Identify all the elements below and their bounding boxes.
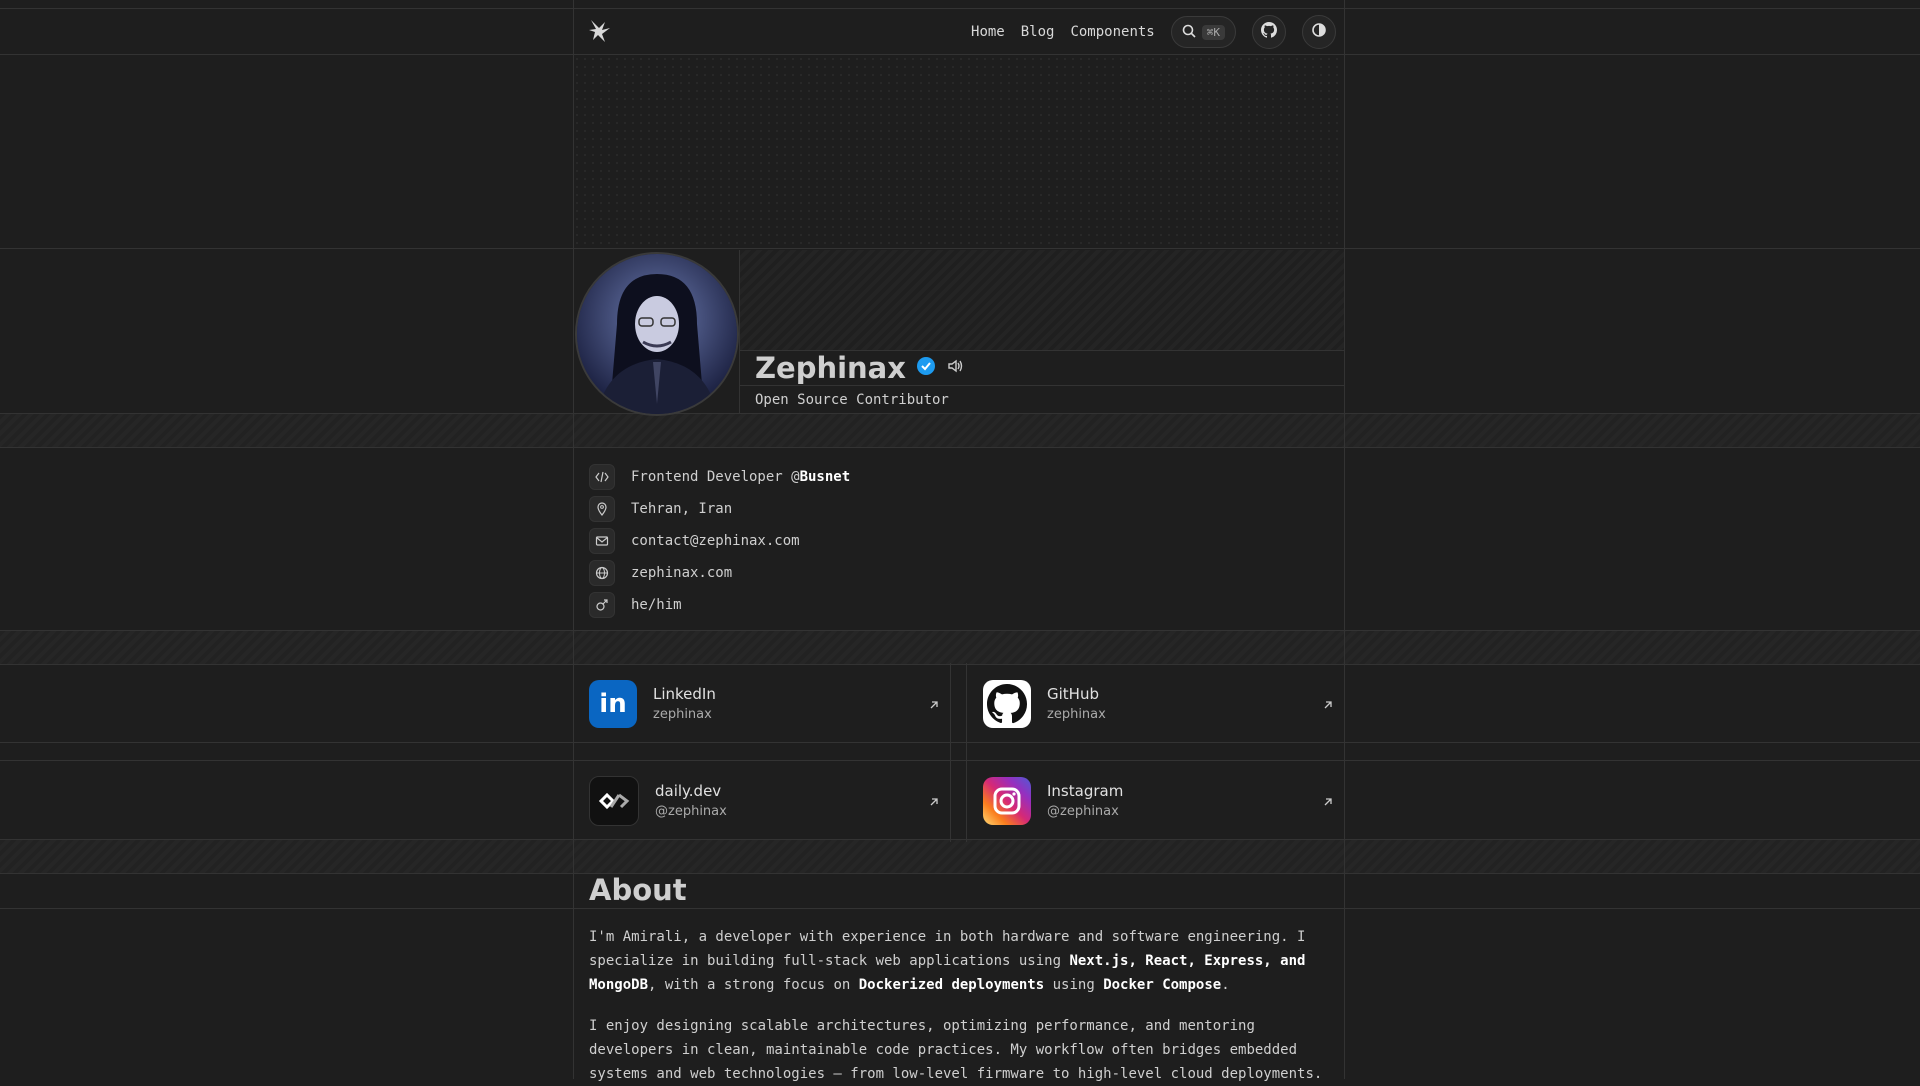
profile-name-row: Zephinax <box>755 351 964 385</box>
cover-pattern <box>573 55 1344 248</box>
external-arrow-icon <box>928 793 940 812</box>
nav-blog-link[interactable]: Blog <box>1021 24 1055 40</box>
nav-home-link[interactable]: Home <box>971 24 1005 40</box>
profile-hatch <box>740 250 1344 350</box>
info-item-pronouns: he/him <box>589 589 850 621</box>
social-card-dailydev[interactable]: daily.dev @zephinax <box>573 761 950 840</box>
social-handle: @zephinax <box>1047 804 1119 819</box>
search-button[interactable]: ⌘K <box>1170 16 1236 48</box>
social-handle: zephinax <box>1047 707 1106 722</box>
info-email-text[interactable]: contact@zephinax.com <box>631 533 800 549</box>
external-arrow-icon <box>1322 696 1334 715</box>
grid-line <box>740 385 1344 386</box>
verified-badge-icon <box>916 356 936 380</box>
map-pin-icon <box>589 496 615 522</box>
male-icon <box>589 592 615 618</box>
github-icon <box>1261 22 1278 42</box>
instagram-icon <box>983 776 1031 825</box>
info-location-text: Tehran, Iran <box>631 501 733 517</box>
profile-subtitle: Open Source Contributor <box>755 392 949 408</box>
code-icon <box>589 464 615 490</box>
social-card-github[interactable]: GitHub zephinax <box>967 664 1344 743</box>
social-card-instagram[interactable]: Instagram @zephinax <box>967 761 1344 840</box>
github-logo-icon <box>983 679 1031 728</box>
mail-icon <box>589 528 615 554</box>
social-card-linkedin[interactable]: in LinkedIn zephinax <box>573 664 950 743</box>
social-title: LinkedIn <box>653 685 716 703</box>
search-icon <box>1182 23 1196 42</box>
grid-line <box>1344 0 1345 1079</box>
external-arrow-icon <box>928 696 940 715</box>
about-paragraph-2: I enjoy designing scalable architectures… <box>589 1018 1323 1082</box>
avatar <box>575 252 739 416</box>
linkedin-icon: in <box>589 679 637 728</box>
info-item-email[interactable]: contact@zephinax.com <box>589 525 850 557</box>
dailydev-icon <box>589 775 639 826</box>
github-button[interactable] <box>1252 15 1286 49</box>
info-item-location: Tehran, Iran <box>589 493 850 525</box>
info-list: Frontend Developer @Busnet Tehran, Iran … <box>589 461 850 621</box>
social-handle: zephinax <box>653 707 712 722</box>
social-handle: @zephinax <box>655 804 727 819</box>
social-title: daily.dev <box>655 782 722 800</box>
info-job-text: Frontend Developer @Busnet <box>631 469 851 485</box>
company-link[interactable]: Busnet <box>800 469 851 485</box>
info-item-job: Frontend Developer @Busnet <box>589 461 850 493</box>
speaker-icon[interactable] <box>946 357 964 379</box>
globe-icon <box>589 560 615 586</box>
about-paragraph-1: I'm Amirali, a developer with experience… <box>589 929 1306 993</box>
grid-line <box>950 663 951 842</box>
theme-toggle-button[interactable] <box>1302 15 1336 49</box>
search-shortcut: ⌘K <box>1201 24 1225 40</box>
nav-components-link[interactable]: Components <box>1070 24 1154 40</box>
theme-toggle-icon <box>1311 22 1327 42</box>
main-container: Home Blog Components ⌘K Zephinax Open So… <box>573 0 1344 1082</box>
social-title: GitHub <box>1047 685 1099 703</box>
info-pronouns-text: he/him <box>631 597 682 613</box>
header: Home Blog Components ⌘K <box>573 8 1344 54</box>
top-nav: Home Blog Components ⌘K <box>971 15 1336 49</box>
grid-line <box>739 250 740 413</box>
info-website-text[interactable]: zephinax.com <box>631 565 732 581</box>
profile-name: Zephinax <box>755 351 906 385</box>
phoenix-logo-icon[interactable] <box>585 16 615 46</box>
external-arrow-icon <box>1322 793 1334 812</box>
about-heading: About <box>589 873 687 907</box>
social-title: Instagram <box>1047 782 1124 800</box>
info-item-website[interactable]: zephinax.com <box>589 557 850 589</box>
